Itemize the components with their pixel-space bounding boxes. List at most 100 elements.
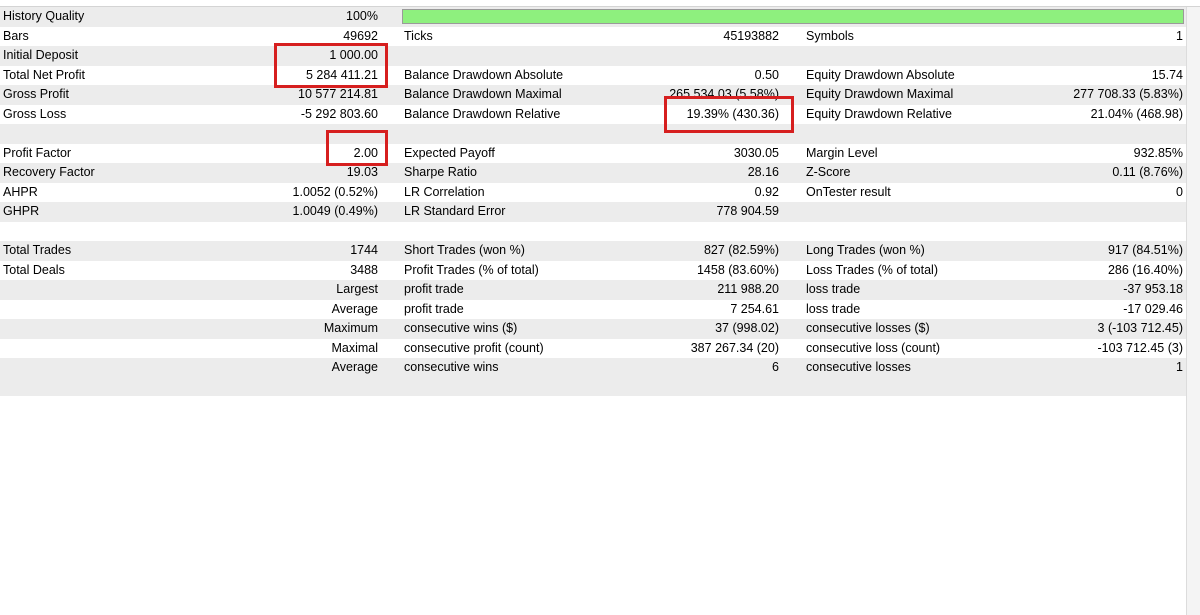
maximum-consecutive-row: Maximum consecutive wins ($) 37 (998.02) co…	[0, 319, 1186, 339]
average-consecutive-c3: consecutive wins	[404, 360, 499, 374]
bars-c5: Symbols	[806, 28, 854, 43]
ahpr-c2: 1.0052 (0.52%)	[292, 184, 378, 199]
ahpr-c3: LR Correlation	[404, 184, 485, 199]
largest-c5: loss trade	[806, 282, 861, 296]
bars-c4: 45193882	[723, 28, 779, 43]
total-trades-c3: Short Trades (won %)	[404, 243, 525, 257]
initial-deposit-c1: Initial Deposit	[3, 48, 79, 62]
recovery-factor-c3: Sharpe Ratio	[404, 165, 477, 179]
total-net-profit-c6: 15.74	[1151, 67, 1183, 82]
spacer-row-1	[0, 124, 1186, 144]
gross-loss-c3: Balance Drawdown Relative	[404, 106, 561, 121]
ghpr-c1: GHPR	[3, 204, 40, 218]
history-quality-label: History Quality	[3, 9, 85, 23]
largest-row: Largest profit trade 211 988.20 loss trade -…	[0, 280, 1186, 300]
average-trade-c2: Average	[331, 301, 378, 316]
total-deals-c2: 3488	[350, 262, 378, 277]
total-deals-c6: 286 (16.40%)	[1107, 262, 1183, 277]
maximum-consecutive-c2: Maximum	[323, 321, 378, 335]
gross-profit-c6: 277 708.33 (5.83%)	[1073, 87, 1183, 101]
maximal-consecutive-c3: consecutive profit (count)	[404, 340, 544, 355]
average-consecutive-c6: 1	[1176, 360, 1183, 374]
ghpr-row: GHPR 1.0049 (0.49%) LR Standard Error 778 9…	[0, 202, 1186, 222]
bars-c2: 49692	[343, 28, 378, 43]
gross-loss-c5: Equity Drawdown Relative	[806, 106, 952, 121]
bars-row: Bars 49692 Ticks 45193882 Symbols 1	[0, 26, 1186, 46]
initial-deposit-row: Initial Deposit 1 000.00	[0, 46, 1186, 66]
total-net-profit-c5: Equity Drawdown Absolute	[806, 67, 955, 82]
gross-profit-c3: Balance Drawdown Maximal	[404, 87, 562, 101]
bars-c1: Bars	[3, 28, 29, 43]
table-end-row	[0, 377, 1186, 396]
profit-factor-c5: Margin Level	[806, 145, 878, 160]
largest-c6: -37 953.18	[1123, 282, 1183, 296]
ghpr-c3: LR Standard Error	[404, 204, 506, 218]
total-trades-row: Total Trades 1744 Short Trades (won %) 827 …	[0, 241, 1186, 261]
gross-loss-row: Gross Loss -5 292 803.60 Balance Drawdown …	[0, 104, 1186, 124]
total-deals-row: Total Deals 3488 Profit Trades (% of total…	[0, 260, 1186, 280]
maximal-consecutive-c5: consecutive loss (count)	[806, 340, 941, 355]
total-net-profit-c4: 0.50	[754, 67, 779, 82]
profit-factor-c1: Profit Factor	[3, 145, 72, 160]
recovery-factor-c5: Z-Score	[806, 165, 851, 179]
recovery-factor-c1: Recovery Factor	[3, 165, 95, 179]
recovery-factor-row: Recovery Factor 19.03 Sharpe Ratio 28.16 Z-S…	[0, 163, 1186, 183]
tester-report-table: History Quality 100% Bars 49692 Ticks 45193…	[0, 7, 1186, 396]
ahpr-c5: OnTester result	[806, 184, 891, 199]
vertical-scrollbar[interactable]	[1186, 7, 1200, 615]
total-trades-c1: Total Trades	[3, 243, 72, 257]
total-deals-c1: Total Deals	[3, 262, 65, 277]
initial-deposit-c2: 1 000.00	[329, 48, 378, 62]
total-net-profit-c3: Balance Drawdown Absolute	[404, 67, 564, 82]
ahpr-c6: 0	[1176, 184, 1183, 199]
history-quality-value: 100%	[346, 9, 378, 23]
total-trades-c2: 1744	[350, 243, 378, 257]
total-trades-c5: Long Trades (won %)	[806, 243, 925, 257]
gross-loss-c2: -5 292 803.60	[300, 106, 378, 121]
largest-c4: 211 988.20	[717, 282, 779, 296]
maximal-consecutive-c6: -103 712.45 (3)	[1097, 340, 1183, 355]
ghpr-c2: 1.0049 (0.49%)	[292, 204, 378, 218]
maximum-consecutive-c4: 37 (998.02)	[715, 321, 779, 335]
gross-profit-c4: 265 534.03 (5.58%)	[669, 87, 779, 101]
largest-c2: Largest	[336, 282, 378, 296]
ahpr-row: AHPR 1.0052 (0.52%) LR Correlation 0.92 OnTe…	[0, 182, 1186, 202]
ahpr-c1: AHPR	[3, 184, 38, 199]
average-consecutive-row: Average consecutive wins 6 consecutive loss…	[0, 358, 1186, 378]
history-quality-bar	[402, 9, 1184, 24]
gross-profit-c1: Gross Profit	[3, 87, 69, 101]
gross-loss-c1: Gross Loss	[3, 106, 67, 121]
history-quality-bar-fill	[403, 10, 1183, 23]
average-trade-c6: -17 029.46	[1123, 301, 1183, 316]
total-deals-c3: Profit Trades (% of total)	[404, 262, 539, 277]
gross-profit-c2: 10 577 214.81	[298, 87, 378, 101]
total-trades-c6: 917 (84.51%)	[1107, 243, 1183, 257]
total-trades-c4: 827 (82.59%)	[703, 243, 779, 257]
profit-factor-c6: 932.85%	[1133, 145, 1183, 160]
recovery-factor-c4: 28.16	[747, 165, 779, 179]
total-net-profit-c1: Total Net Profit	[3, 67, 85, 82]
average-consecutive-c5: consecutive losses	[806, 360, 911, 374]
average-trade-c3: profit trade	[404, 301, 464, 316]
spacer-row-2	[0, 221, 1186, 241]
recovery-factor-c2: 19.03	[346, 165, 378, 179]
ghpr-c4: 778 904.59	[716, 204, 779, 218]
bars-c3: Ticks	[404, 28, 433, 43]
maximal-consecutive-row: Maximal consecutive profit (count) 387 267…	[0, 338, 1186, 358]
maximum-consecutive-c3: consecutive wins ($)	[404, 321, 518, 335]
window-top-border	[0, 0, 1200, 7]
average-trade-row: Average profit trade 7 254.61 loss trade -17…	[0, 299, 1186, 319]
average-trade-c4: 7 254.61	[730, 301, 779, 316]
profit-factor-c3: Expected Payoff	[404, 145, 495, 160]
largest-c3: profit trade	[404, 282, 464, 296]
gross-profit-c5: Equity Drawdown Maximal	[806, 87, 954, 101]
average-consecutive-c2: Average	[331, 360, 378, 374]
gross-profit-row: Gross Profit 10 577 214.81 Balance Drawdow…	[0, 85, 1186, 105]
total-deals-c4: 1458 (83.60%)	[696, 262, 779, 277]
profit-factor-row: Profit Factor 2.00 Expected Payoff 3030.05 M…	[0, 143, 1186, 163]
maximal-consecutive-c2: Maximal	[331, 340, 378, 355]
total-net-profit-row: Total Net Profit 5 284 411.21 Balance Draw…	[0, 65, 1186, 85]
profit-factor-c2: 2.00	[353, 145, 378, 160]
gross-loss-c6: 21.04% (468.98)	[1090, 106, 1183, 121]
profit-factor-c4: 3030.05	[733, 145, 779, 160]
